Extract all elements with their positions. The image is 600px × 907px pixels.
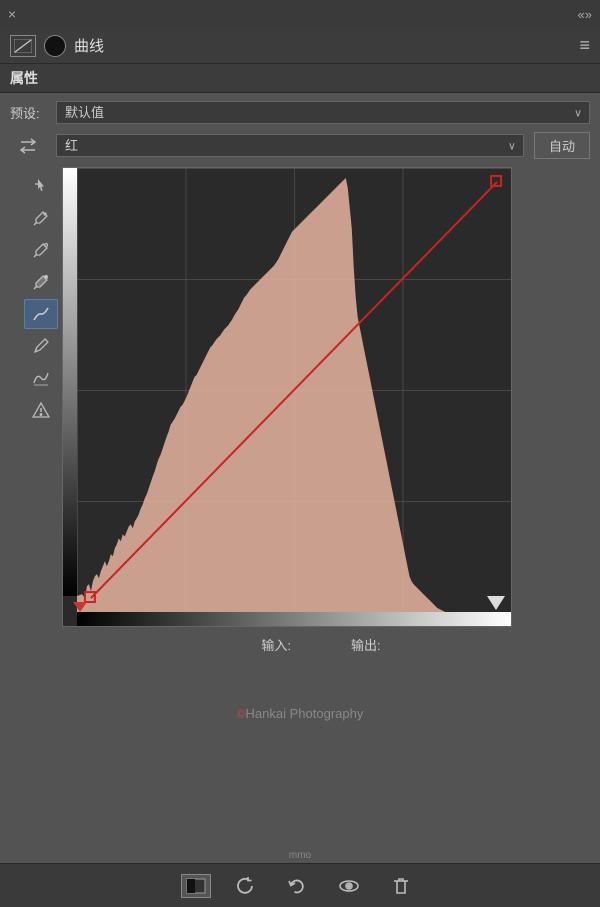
curve-container[interactable]	[62, 167, 512, 627]
watermark-copyright: ©	[237, 707, 246, 721]
channel-row: RGB 红 绿 蓝 自动	[10, 132, 590, 159]
auto-button[interactable]: 自动	[534, 132, 590, 159]
mask-button[interactable]	[181, 874, 211, 898]
top-bar: × «»	[0, 0, 600, 28]
channel-select-wrapper: RGB 红 绿 蓝	[56, 134, 524, 157]
curves-preview-icon	[14, 39, 32, 53]
trash-icon	[390, 875, 412, 897]
eye-button[interactable]	[331, 871, 367, 901]
panel-title: 曲线	[74, 35, 104, 56]
output-label: 输出:	[351, 635, 381, 654]
bottom-left-handle[interactable]	[73, 602, 87, 612]
watermark-text: Hankai Photography	[246, 706, 364, 721]
left-gradient	[63, 168, 77, 596]
preset-select[interactable]: 默认值 自定义 增强对比度 降低对比度	[56, 101, 590, 124]
preset-row: 预设: 默认值 自定义 增强对比度 降低对比度	[10, 101, 590, 124]
watermark: ©Hankai Photography	[0, 666, 600, 741]
curve-svg	[77, 168, 511, 612]
eyedropper-white[interactable]	[24, 267, 58, 297]
pixel-count: mmo	[0, 848, 600, 863]
refresh-button[interactable]	[227, 871, 263, 901]
bottom-right-handle[interactable]	[487, 596, 505, 610]
menu-icon[interactable]: ≡	[579, 35, 590, 56]
warning-tool[interactable]	[24, 395, 58, 425]
eye-icon	[338, 875, 360, 897]
close-icon[interactable]: ×	[8, 6, 16, 22]
curve-area: 输入: 输出:	[62, 167, 580, 658]
main-area: 输入: 输出:	[10, 167, 590, 658]
eyedropper-black[interactable]	[24, 203, 58, 233]
preset-label: 预设:	[10, 103, 46, 122]
panel: 预设: 默认值 自定义 增强对比度 降低对比度 RGB 红 绿	[0, 93, 600, 666]
undo-icon	[286, 875, 308, 897]
undo-button[interactable]	[279, 871, 315, 901]
bottom-toolbar	[0, 863, 600, 907]
properties-label: 属性	[0, 64, 600, 93]
pointer-tool[interactable]	[24, 171, 58, 201]
preset-select-wrapper: 默认值 自定义 增强对比度 降低对比度	[56, 101, 590, 124]
header-icon-box	[10, 35, 36, 57]
header-circle	[44, 35, 66, 57]
smooth-tool[interactable]	[24, 363, 58, 393]
trash-button[interactable]	[383, 871, 419, 901]
eyedropper-gray[interactable]	[24, 235, 58, 265]
channel-select[interactable]: RGB 红 绿 蓝	[56, 134, 524, 157]
left-toolbar	[20, 167, 62, 658]
mask-icon	[186, 878, 206, 894]
refresh-icon	[234, 875, 256, 897]
input-label: 输入:	[261, 635, 291, 654]
transfer-icon[interactable]	[17, 135, 39, 157]
arrows-icon[interactable]: «»	[578, 7, 592, 22]
pencil-tool[interactable]	[24, 331, 58, 361]
io-row: 输入: 输出:	[62, 627, 580, 658]
header: 曲线 ≡	[0, 28, 600, 64]
bottom-gradient	[77, 612, 511, 626]
curve-edit-tool[interactable]	[24, 299, 58, 329]
